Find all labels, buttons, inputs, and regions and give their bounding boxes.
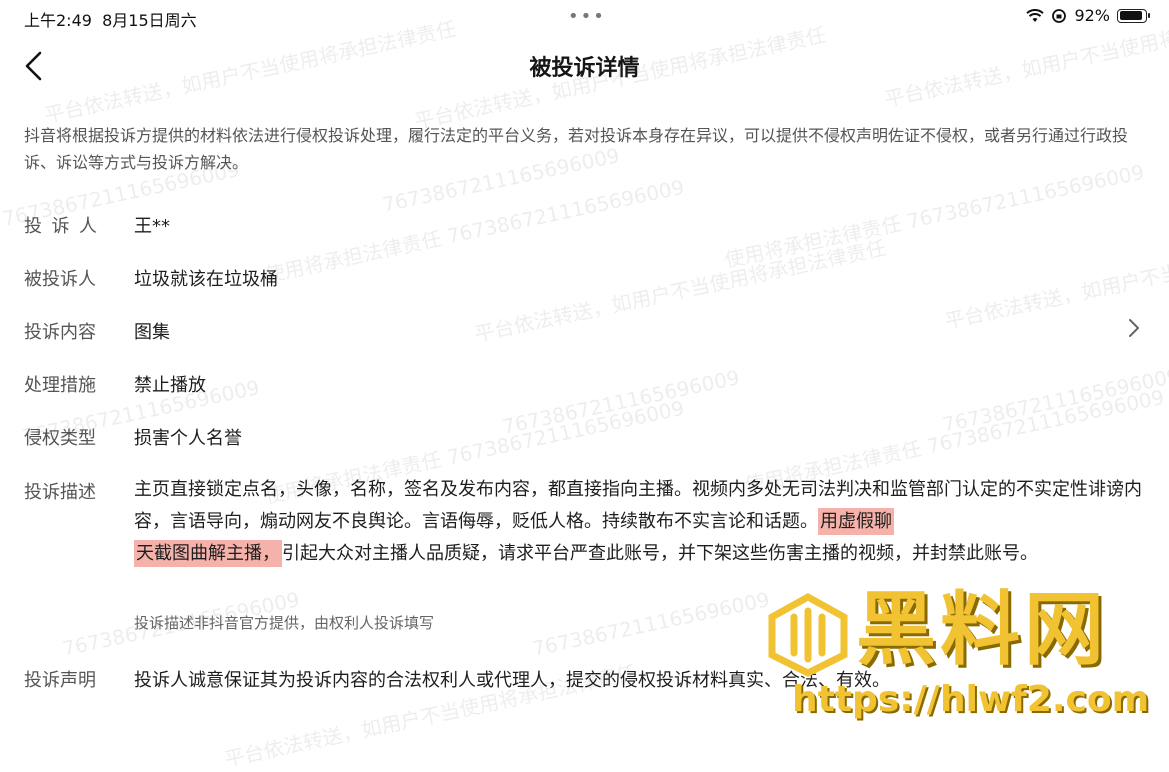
battery-icon [1117,8,1150,23]
field-value: 垃圾就该在垃圾桶 [134,269,278,290]
wifi-icon [1026,8,1045,22]
multitask-dots[interactable]: ••• [568,6,606,27]
watermark: 使用将承担法律责任 7673867211165696009 [262,174,687,288]
battery-percent: 92% [1074,6,1110,25]
description-note: 投诉描述非抖音官方提供，由权利人投诉填写 [134,614,435,632]
highlight-mark: 天截图曲解主播， [134,540,282,567]
chevron-right-icon[interactable] [1127,317,1141,339]
highlight-mark: 用虚假聊 [818,508,894,535]
field-label: 投诉描述 [24,482,96,503]
field-value: 禁止播放 [134,375,206,396]
field-label: 被投诉人 [24,269,96,290]
description-part-1: 主页直接锁定点名，头像，名称，签名及发布内容，都直接指向主播。视频内多处无司法判… [134,479,1142,532]
page-title: 被投诉详情 [529,56,640,81]
nav-bar: 被投诉详情 [0,36,1169,96]
field-label: 处理措施 [24,375,96,396]
description-text: 主页直接锁定点名，头像，名称，签名及发布内容，都直接指向主播。视频内多处无司法判… [134,474,1144,570]
status-bar: 上午2:49 8月15日周六 ••• 92% [0,0,1169,34]
description-part-2: 引起大众对主播人品质疑，请求平台严查此账号，并下架这些伤害主播的视频，并封禁此账… [282,543,1038,564]
logo-brand-text: 黑料网 [856,583,1108,676]
status-indicators: 92% [1026,6,1150,25]
logo-mark-icon [768,593,848,677]
field-label: 投诉声明 [24,670,96,691]
watermark: 7673867211165696009 [530,587,772,661]
platform-notice: 抖音将根据投诉方提供的材料依法进行侵权投诉处理，履行法定的平台义务，若对投诉本身… [24,126,1129,172]
field-value: 投诉人诚意保证其为投诉内容的合法权利人或代理人，提交的侵权投诉材料真实、合法、有… [134,670,890,691]
field-value: 图集 [134,322,170,343]
status-time: 上午2:49 8月15日周六 [24,11,197,30]
field-label: 投诉内容 [24,322,96,343]
site-logo: 黑料网 https://hlwf2.com [766,585,1166,725]
watermark: 7673867211165696009 [500,365,742,439]
field-value: 损害个人名誉 [134,428,242,449]
rotation-lock-icon [1052,8,1067,23]
field-content[interactable]: 投诉内容 图集 [24,318,1144,343]
field-label: 侵权类型 [24,428,96,449]
field-value: 王** [134,216,170,237]
watermark: 7673867211165696009 [940,363,1169,437]
field-label: 投诉人 [24,216,107,237]
